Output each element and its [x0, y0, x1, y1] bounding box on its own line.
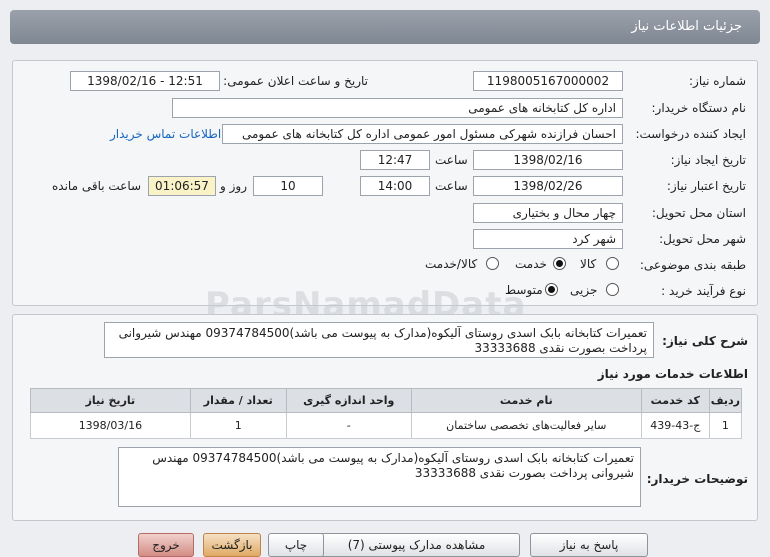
days-label: روز و: [220, 179, 247, 193]
need-number-field[interactable]: 1198005167000002: [473, 71, 623, 91]
process-option-minor: جزیی: [570, 283, 598, 297]
valid-date-label: تاریخ اعتبار نیاز:: [666, 179, 746, 193]
province-label: استان محل تحویل:: [651, 206, 746, 220]
services-header-row: ردیف کد خدمت نام خدمت واحد اندازه گیری ت…: [30, 388, 743, 413]
cell-need-date: 1398/03/16: [30, 412, 191, 439]
valid-time-field[interactable]: 14:00: [360, 176, 430, 196]
valid-date-field[interactable]: 1398/02/26: [473, 176, 623, 196]
buyer-org-label: نام دستگاه خریدار:: [651, 101, 747, 115]
announce-field[interactable]: 1398/02/16 - 12:51: [70, 71, 220, 91]
cell-service-code: ج-43-439: [640, 412, 710, 439]
valid-time-label: ساعت: [435, 179, 468, 193]
buyer-notes-text: تعمیرات کتابخانه بابک اسدی روستای آلیکوه…: [118, 447, 641, 507]
process-radio-minor[interactable]: [606, 283, 619, 296]
page-title: جزئیات اطلاعات نیاز: [631, 19, 742, 34]
days-field[interactable]: 10: [253, 176, 323, 196]
category-radio-goods[interactable]: [606, 257, 619, 270]
col-service-code: کد خدمت: [640, 388, 710, 413]
cell-service-name: سایر فعالیت‌های تخصصی ساختمان: [410, 412, 642, 439]
buyer-contact-link[interactable]: اطلاعات تماس خریدار: [110, 127, 221, 141]
reply-button[interactable]: پاسخ به نیاز: [530, 533, 648, 557]
buyer-notes-line-1: تعمیرات کتابخانه بابک اسدی روستای آلیکوه…: [152, 451, 634, 465]
description-line-2: پرداخت بصورت نقدی 33333688: [474, 341, 648, 355]
process-radio-medium[interactable]: [545, 283, 558, 296]
province-field[interactable]: چهار محال و بختیاری: [473, 203, 623, 223]
category-option-goods: کالا: [580, 257, 597, 271]
buyer-notes-label: توضیحات خریدار:: [646, 472, 748, 486]
process-label: نوع فرآیند خرید :: [661, 284, 746, 298]
city-field[interactable]: شهر کرد: [473, 229, 623, 249]
cell-unit: -: [285, 412, 412, 439]
back-button[interactable]: بازگشت: [203, 533, 261, 557]
col-service-name: نام خدمت: [410, 388, 642, 413]
category-radio-goods-service[interactable]: [486, 257, 499, 270]
print-button[interactable]: چاپ: [268, 533, 324, 557]
services-table: ردیف کد خدمت نام خدمت واحد اندازه گیری ت…: [30, 388, 743, 439]
exit-button[interactable]: خروج: [138, 533, 194, 557]
buyer-org-field[interactable]: اداره کل کتابخانه های عمومی: [172, 98, 623, 118]
col-row-number: ردیف: [708, 388, 743, 413]
description-label: شرح کلی نیاز:: [662, 334, 748, 348]
view-attachments-button[interactable]: مشاهده مدارک پیوستی (7): [313, 533, 520, 557]
cell-quantity: 1: [189, 412, 287, 439]
created-date-field[interactable]: 1398/02/16: [473, 150, 623, 170]
created-time-field[interactable]: 12:47: [360, 150, 430, 170]
created-time-label: ساعت: [435, 153, 468, 167]
announce-label: تاریخ و ساعت اعلان عمومی:: [223, 74, 368, 88]
category-label: طبقه بندی موضوعی:: [639, 258, 746, 272]
table-row[interactable]: 1 ج-43-439 سایر فعالیت‌های تخصصی ساختمان…: [30, 412, 743, 439]
page-title-bar: جزئیات اطلاعات نیاز: [10, 10, 760, 44]
col-unit: واحد اندازه گیری: [285, 388, 412, 413]
process-option-medium: متوسط: [505, 283, 543, 297]
category-option-goods-service: کالا/خدمت: [425, 257, 478, 271]
description-text: تعمیرات کتابخانه بابک اسدی روستای آلیکوه…: [104, 322, 654, 358]
remaining-time-field: 01:06:57: [148, 176, 216, 196]
col-need-date: تاریخ نیاز: [30, 388, 191, 413]
col-quantity: تعداد / مقدار: [189, 388, 287, 413]
need-number-label: شماره نیاز:: [689, 74, 746, 88]
services-title: اطلاعات خدمات مورد نیاز: [597, 367, 748, 381]
created-date-label: تاریخ ایجاد نیاز:: [670, 153, 746, 167]
requester-field[interactable]: احسان فرازنده شهرکی مسئول امور عمومی ادا…: [222, 124, 623, 144]
buyer-notes-line-2: شیروانی پرداخت بصورت نقدی 33333688: [414, 466, 634, 480]
requester-label: ایجاد کننده درخواست:: [635, 127, 746, 141]
category-radio-service[interactable]: [553, 257, 566, 270]
description-line-1: تعمیرات کتابخانه بابک اسدی روستای آلیکوه…: [118, 326, 647, 340]
category-option-service: خدمت: [515, 257, 547, 271]
cell-row-number: 1: [708, 412, 743, 439]
remaining-time-label: ساعت باقی مانده: [52, 179, 142, 193]
city-label: شهر محل تحویل:: [659, 232, 746, 246]
